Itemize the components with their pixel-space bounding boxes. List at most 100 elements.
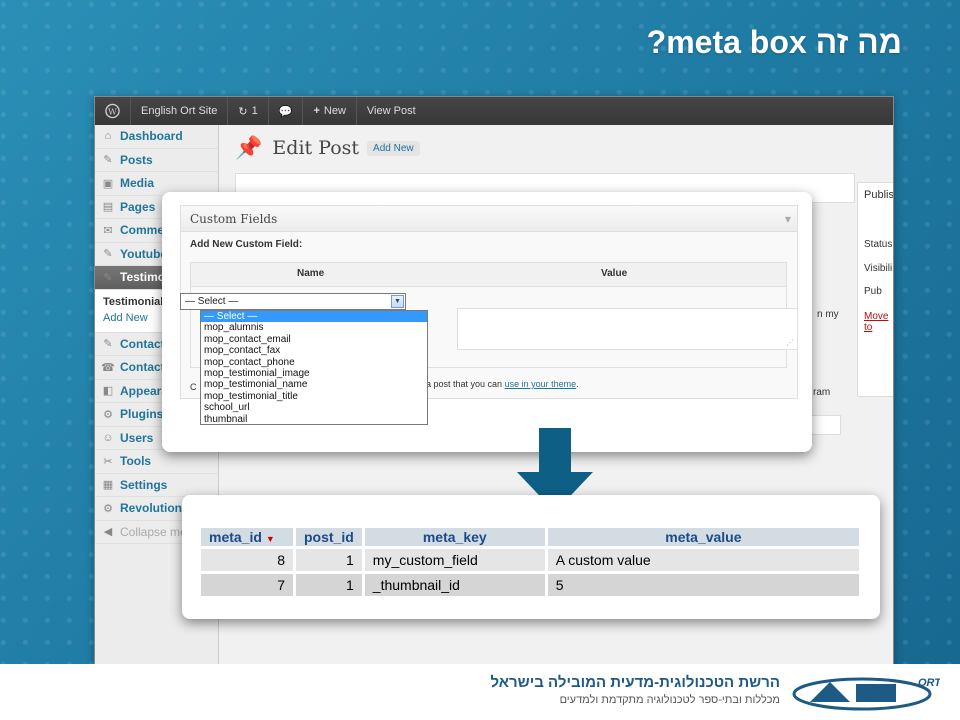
contact-icon: ☎ <box>101 361 115 374</box>
publish-label: Publis <box>864 189 894 201</box>
sidebar-item-posts[interactable]: ✎ Posts <box>95 149 218 172</box>
slide-title: מה זה meta box? <box>646 24 902 60</box>
sidebar-item-label: Revolution <box>120 501 182 516</box>
sidebar-item-label: Settings <box>120 477 168 492</box>
publish-box: Publis Status: Visibili Pub Move to <box>857 182 894 397</box>
refresh-icon: ↻ <box>238 105 248 118</box>
sidebar-item-label: Posts <box>120 152 153 167</box>
dashboard-icon: ⌂ <box>104 130 112 143</box>
collapse-label: Collapse me <box>120 524 187 539</box>
use-in-theme-link[interactable]: use in your theme <box>505 379 577 389</box>
custom-field-table-header: Name Value <box>191 263 786 287</box>
sidebar-item-label: Media <box>120 176 155 191</box>
pin-icon: ✎ <box>103 271 113 284</box>
pushpin-icon: 📌 <box>235 135 263 160</box>
appearance-icon: ◧ <box>102 385 114 398</box>
ort-logo: ORT <box>792 677 940 711</box>
sidebar-item-label: Appeara <box>120 383 169 398</box>
cell-post-id: 1 <box>296 549 362 571</box>
sidebar-item-label: Youtube <box>120 246 168 261</box>
meta-id-header-label: meta_id <box>209 529 262 545</box>
cell-meta-value: A custom value <box>547 549 859 571</box>
column-header-meta-key[interactable]: meta_key <box>364 528 545 546</box>
dropdown-option[interactable]: mop_contact_phone <box>201 357 427 368</box>
sidebar-item-dashboard[interactable]: ⌂ Dashboard <box>95 125 218 149</box>
comments-icon: ✉ <box>103 224 113 237</box>
note-text: a post that you can <box>426 379 503 389</box>
cell-meta-key: my_custom_field <box>364 549 545 571</box>
sidebar-item-label: Pages <box>120 199 156 214</box>
resize-grip-icon[interactable]: ⋰ <box>786 338 794 347</box>
sidebar-item-label: Plugins <box>120 407 164 422</box>
admin-bar: W English Ort Site ↻ 1 💬 + New View Post <box>95 97 893 125</box>
column-header-meta-id[interactable]: meta_id ▼ <box>201 528 293 546</box>
custom-field-name-select[interactable]: — Select — ▼ <box>180 293 406 310</box>
table-row: 8 1 my_custom_field A custom value <box>201 549 859 571</box>
footer-subtitle: מכללות ובתי-ספר לטכנולוגיה מתקדמת ולמדעי… <box>559 694 780 706</box>
cell-post-id: 1 <box>296 574 362 596</box>
dropdown-arrow-icon[interactable]: ▼ <box>391 295 404 308</box>
column-header-meta-value[interactable]: meta_value <box>547 528 859 546</box>
comments-link[interactable]: 💬 <box>269 97 304 125</box>
value-column-header: Value <box>601 268 628 279</box>
edit-post-header: 📌 Edit Post Add New <box>235 135 420 161</box>
sidebar-item-label: Tools <box>120 454 152 469</box>
sidebar-item-label: Comme <box>120 223 165 238</box>
cell-meta-value: 5 <box>547 574 859 596</box>
revolution-icon: ⚙ <box>103 502 113 515</box>
dropdown-option[interactable]: mop_alumnis <box>201 322 427 333</box>
users-icon: ☺ <box>102 431 114 444</box>
pin-icon: ✎ <box>103 338 113 351</box>
postmeta-table-callout: meta_id ▼ post_id meta_key meta_value 8 1… <box>182 495 880 619</box>
sidebar-item-settings[interactable]: ▦ Settings <box>95 474 218 497</box>
pin-icon: ✎ <box>103 154 113 167</box>
pages-icon: ▤ <box>102 201 114 214</box>
toggle-arrow-icon[interactable]: ▼ <box>785 215 791 224</box>
sidebar-item-label: Users <box>120 430 154 445</box>
dropdown-option[interactable]: — Select — <box>201 311 427 323</box>
dropdown-option[interactable]: mop_testimonial_title <box>201 391 427 402</box>
custom-field-value-textarea[interactable]: ⋰ <box>457 308 798 350</box>
media-icon: ▣ <box>102 177 114 190</box>
table-row: 7 1 _thumbnail_id 5 <box>201 574 859 596</box>
sidebar-item-label: Testimo <box>120 270 166 285</box>
logo-text: ORT <box>918 677 940 689</box>
wordpress-logo-icon[interactable]: W <box>95 97 131 125</box>
column-header-post-id[interactable]: post_id <box>296 528 362 546</box>
comment-bubble-icon: 💬 <box>278 105 293 118</box>
sort-desc-icon[interactable]: ▼ <box>266 534 275 544</box>
custom-fields-note-start: C <box>190 382 197 392</box>
add-new-button[interactable]: Add New <box>367 140 420 156</box>
dropdown-option[interactable]: mop_contact_fax <box>201 345 427 356</box>
updates-count: 1 <box>251 105 258 117</box>
custom-fields-header[interactable]: Custom Fields ▼ <box>181 206 797 232</box>
view-post-link[interactable]: View Post <box>357 97 426 125</box>
name-column-header: Name <box>297 268 325 279</box>
plugins-icon: ⚙ <box>103 408 113 421</box>
sidebar-item-tools[interactable]: ✂ Tools <box>95 450 218 474</box>
custom-field-options-list[interactable]: — Select — mop_alumnis mop_contact_email mo… <box>200 310 428 425</box>
dropdown-option[interactable]: mop_contact_email <box>201 334 427 345</box>
dropdown-option[interactable]: school_url <box>201 402 427 413</box>
dropdown-option[interactable]: thumbnail <box>201 414 427 425</box>
cell-meta-id: 8 <box>201 549 293 571</box>
custom-fields-title: Custom Fields <box>190 211 278 226</box>
site-name-link[interactable]: English Ort Site <box>131 97 229 125</box>
new-content-link[interactable]: + New <box>303 97 357 125</box>
svg-text:W: W <box>108 106 117 116</box>
cell-meta-id: 7 <box>201 574 293 596</box>
select-current-value: — Select — <box>185 296 239 307</box>
dropdown-option[interactable]: mop_testimonial_name <box>201 379 427 390</box>
move-to-trash-link[interactable]: Move to <box>864 311 893 333</box>
footer-tagline: הרשת הטכנולוגית-מדעית המובילה בישראל <box>490 674 781 691</box>
settings-icon: ▦ <box>102 479 114 492</box>
partial-text-am: ram <box>813 387 831 398</box>
sidebar-item-label: Contact <box>120 360 165 375</box>
visibility-label: Visibili <box>864 263 893 274</box>
tools-icon: ✂ <box>103 455 113 468</box>
sidebar-item-label: Dashboard <box>120 129 183 144</box>
publish-date-label: Pub <box>864 286 882 297</box>
dropdown-option[interactable]: mop_testimonial_image <box>201 368 427 379</box>
updates-link[interactable]: ↻ 1 <box>228 97 269 125</box>
page-title: Edit Post <box>272 137 360 159</box>
